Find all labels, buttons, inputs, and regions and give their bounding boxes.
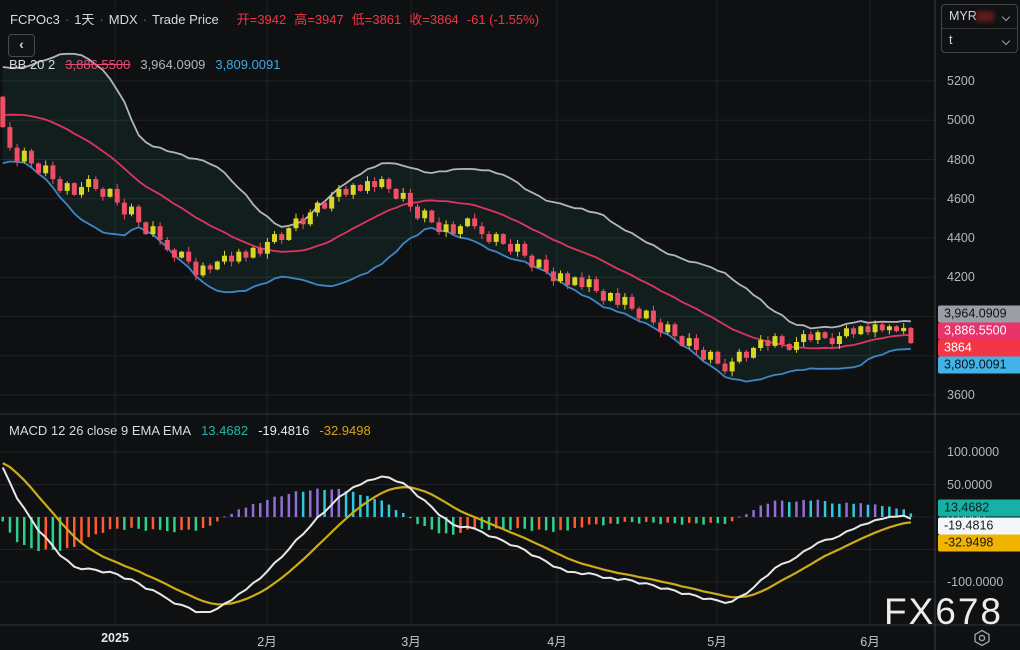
macd-axis-tick: 50.0000: [947, 478, 992, 492]
time-axis-label: 6月: [860, 631, 879, 650]
macd-indicator-label[interactable]: MACD 12 26 close 9 EMA EMA: [9, 423, 191, 438]
price-axis-tick: 4400: [947, 231, 975, 245]
price-axis-tick: 4200: [947, 270, 975, 284]
macd-pinned-label: 13.4682: [938, 500, 1020, 517]
price-axis-tick: 5000: [947, 113, 975, 127]
chevron-down-icon: [1003, 38, 1010, 45]
chart-canvas[interactable]: [0, 0, 1020, 650]
price-axis-tick: 5200: [947, 74, 975, 88]
time-axis-label: 2025: [101, 631, 129, 645]
price-axis-tick: 4600: [947, 192, 975, 206]
price-axis-tick: 3600: [947, 388, 975, 402]
red-badge: [976, 11, 994, 22]
price-pinned-label: 3,886.5500: [938, 323, 1020, 340]
price-pinned-label: 3,964.0909: [938, 306, 1020, 323]
price-axis-tick: 4800: [947, 153, 975, 167]
unit-label: t: [949, 33, 952, 47]
macd-pinned-label: -19.4816: [938, 517, 1020, 534]
unit-dropdown[interactable]: t: [942, 28, 1017, 52]
macd-axis-tick: 100.0000: [947, 445, 999, 459]
symbol-title[interactable]: FCPOc3: [10, 12, 60, 27]
time-axis-label: 4月: [547, 631, 566, 650]
back-icon: ‹: [19, 36, 24, 52]
back-button[interactable]: ‹: [8, 34, 35, 57]
chevron-down-icon: [1003, 14, 1010, 21]
currency-label: MYR: [949, 9, 977, 23]
time-axis-label: 2月: [257, 631, 276, 650]
settings-icon[interactable]: [972, 629, 992, 647]
interval-label[interactable]: 1天: [74, 12, 94, 27]
axis-settings-box: MYR t: [941, 4, 1018, 53]
price-pinned-label: 3864: [938, 340, 1020, 357]
macd-pinned-label: -32.9498: [938, 534, 1020, 551]
trading-chart-app: FCPOc3·1天·MDX·Trade Price开=3942高=3947低=3…: [0, 0, 1020, 650]
macd-axis-tick: -100.0000: [947, 575, 1003, 589]
time-axis-label: 3月: [401, 631, 420, 650]
time-axis-label: 5月: [707, 631, 726, 650]
price-pinned-label: 3,809.0091: [938, 357, 1020, 374]
currency-dropdown[interactable]: MYR: [942, 5, 1017, 28]
bb-indicator-label[interactable]: BB 20 2: [9, 57, 55, 72]
